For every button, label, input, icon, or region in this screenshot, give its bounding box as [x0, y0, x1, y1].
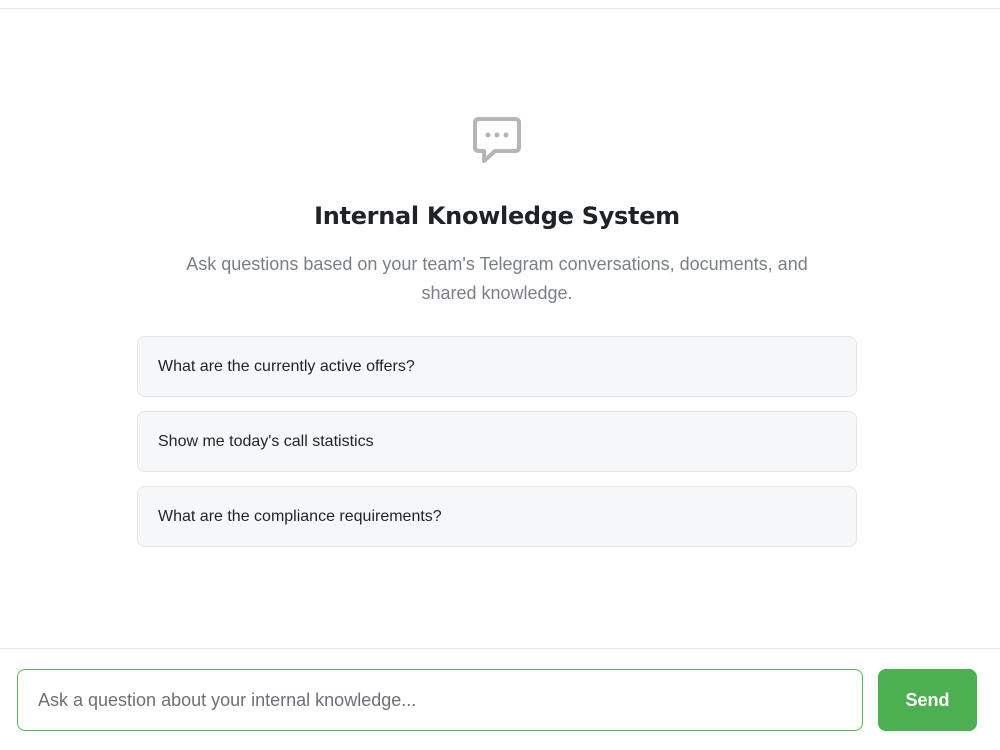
send-button[interactable]: Send: [878, 669, 977, 731]
suggestion-list: What are the currently active offers? Sh…: [137, 336, 857, 561]
suggestion-call-statistics[interactable]: Show me today's call statistics: [137, 411, 857, 472]
composer: Send: [17, 669, 977, 731]
chat-bubble-ellipsis-icon: [472, 116, 522, 166]
suggestion-active-offers[interactable]: What are the currently active offers?: [137, 336, 857, 397]
composer-divider: [0, 648, 1000, 649]
chat-app: Internal Knowledge System Ask questions …: [0, 0, 1000, 750]
page-title: Internal Knowledge System: [314, 202, 680, 230]
page-subtitle: Ask questions based on your team's Teleg…: [186, 254, 808, 303]
question-input[interactable]: [17, 669, 863, 731]
top-divider: [0, 8, 1000, 9]
suggestion-compliance-requirements[interactable]: What are the compliance requirements?: [137, 486, 857, 547]
